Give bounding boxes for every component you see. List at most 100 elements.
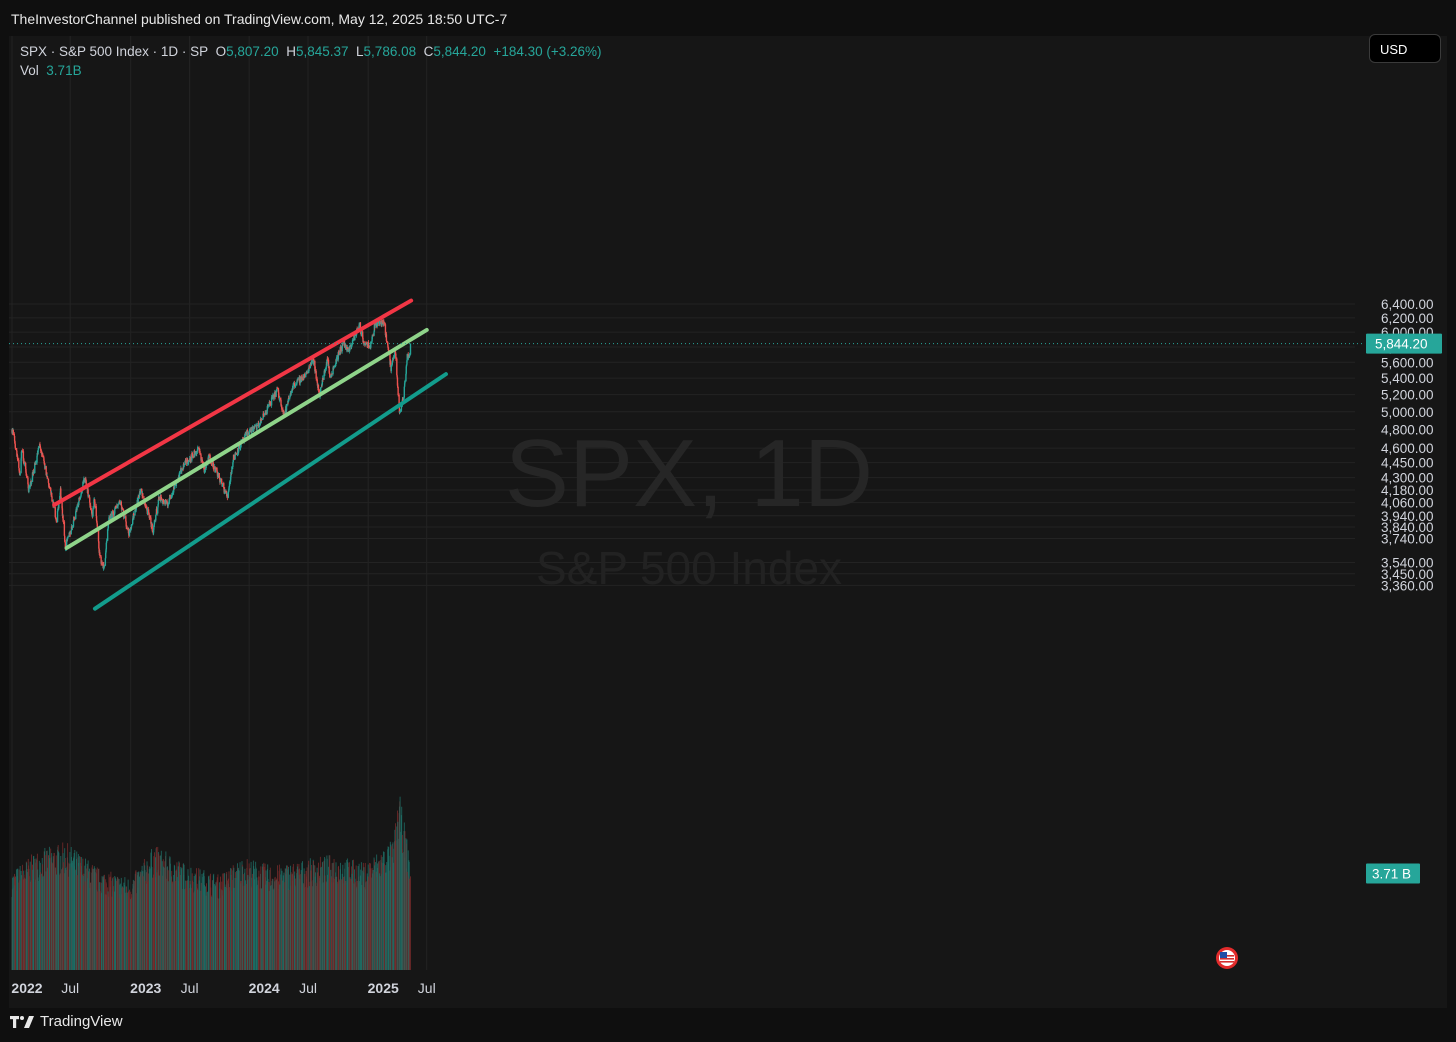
candle-body: [244, 434, 247, 436]
candle-body: [103, 565, 106, 567]
volume-bar: [201, 877, 203, 970]
volume-bar: [67, 862, 69, 970]
candle-body: [397, 387, 399, 396]
time-tick-label: 2022: [11, 980, 42, 996]
volume-bar: [368, 876, 369, 970]
candle-body: [210, 463, 213, 465]
volume-bar: [113, 886, 114, 970]
volume-bar: [106, 894, 108, 970]
candle-body: [408, 354, 411, 357]
volume-bar: [33, 855, 35, 970]
volume-bar: [384, 863, 385, 970]
time-tick-label: 2025: [368, 980, 399, 996]
volume-bar: [288, 889, 290, 970]
symbol-description[interactable]: SPX · S&P 500 Index · 1D · SP: [20, 44, 208, 59]
candle-body: [370, 341, 372, 348]
open-label: O: [215, 44, 227, 59]
volume-bar: [311, 864, 313, 970]
candle-body: [105, 540, 108, 543]
high-label: H: [286, 44, 296, 59]
volume-bar: [347, 866, 349, 970]
candle-body: [131, 524, 133, 525]
tradingview-brand[interactable]: TradingView: [10, 1013, 123, 1030]
candle-body: [47, 478, 50, 483]
volume-bar: [94, 872, 96, 970]
upper-channel-line[interactable]: [52, 298, 414, 507]
volume-bar: [47, 867, 48, 970]
volume-bar: [343, 876, 344, 970]
candle-body: [101, 562, 103, 565]
candle-body: [390, 364, 392, 372]
candle-body: [33, 473, 35, 474]
candle-body: [231, 467, 233, 473]
volume-bar: [372, 869, 374, 970]
time-tick-label: 2023: [130, 980, 161, 996]
volume-bar: [208, 879, 210, 970]
candle-body: [399, 410, 402, 412]
candle-body: [201, 459, 204, 462]
candle-body: [351, 343, 353, 345]
chart-area[interactable]: SPX, 1D S&P 500 Index 3,360.00 3,450.00 3,54…: [9, 36, 1447, 1008]
tradingview-logo-icon: [10, 1015, 34, 1028]
last-price-label: 5,844.20: [1375, 337, 1428, 352]
candle-body: [90, 505, 92, 510]
price-tick-label: 3,540.00: [1381, 556, 1434, 571]
candle-body: [133, 515, 135, 518]
us-flag-icon[interactable]: [1215, 946, 1239, 970]
currency-button[interactable]: USD: [1369, 34, 1441, 63]
candle-body: [37, 447, 40, 451]
volume-bar: [87, 871, 89, 970]
candle-body: [199, 451, 201, 455]
time-tick-label: Jul: [299, 980, 317, 996]
volume-bar: [17, 868, 19, 970]
candle-body: [212, 462, 215, 469]
watermark-symbol: SPX, 1D: [505, 420, 873, 527]
volume-bar: [56, 874, 58, 970]
volume-bar: [345, 880, 347, 970]
candle-body: [253, 425, 256, 427]
volume-bar: [292, 864, 294, 970]
volume-bar: [261, 888, 262, 970]
volume-bar: [210, 896, 212, 970]
candle-body: [187, 460, 190, 463]
candle-body: [386, 341, 388, 343]
candle-body: [88, 495, 91, 498]
volume-bar: [374, 862, 376, 970]
volume-bar: [12, 876, 14, 970]
candle-body: [367, 342, 370, 348]
candle-body: [320, 387, 322, 392]
volume-bar: [386, 862, 388, 970]
volume-bar: [229, 887, 231, 970]
volume-bar: [147, 865, 149, 970]
volume-bar: [83, 873, 85, 970]
candle-body: [121, 508, 124, 510]
candle-body: [198, 449, 201, 452]
candle-body: [42, 454, 44, 458]
price-tick-label: 5,400.00: [1381, 371, 1434, 386]
volume-bar: [90, 882, 92, 970]
candle-body: [238, 445, 240, 452]
volume-bar: [19, 865, 21, 970]
candle-body: [144, 503, 147, 507]
volume-bar: [195, 874, 196, 970]
volume-bar: [167, 881, 169, 970]
candle-body: [191, 454, 194, 456]
volume-bar: [131, 897, 133, 970]
volume-bar: [290, 872, 292, 970]
volume-bar: [358, 881, 360, 970]
volume-bar: [199, 869, 201, 970]
volume-bar: [110, 880, 112, 970]
candle-body: [294, 384, 297, 387]
volume-bar: [215, 882, 217, 970]
candle-body: [290, 392, 292, 395]
volume-bar: [204, 885, 206, 970]
candle-body: [147, 509, 150, 513]
price-chart[interactable]: SPX, 1DS&P 500 Index 3,360.003,450.003,54…: [9, 36, 1447, 1008]
candle-body: [43, 460, 45, 464]
candle-body: [99, 552, 101, 556]
volume-bar: [197, 889, 199, 970]
volume-bar: [108, 874, 110, 970]
volume-bar: [270, 885, 272, 970]
volume-bar: [26, 868, 28, 970]
volume-bar: [74, 849, 76, 970]
